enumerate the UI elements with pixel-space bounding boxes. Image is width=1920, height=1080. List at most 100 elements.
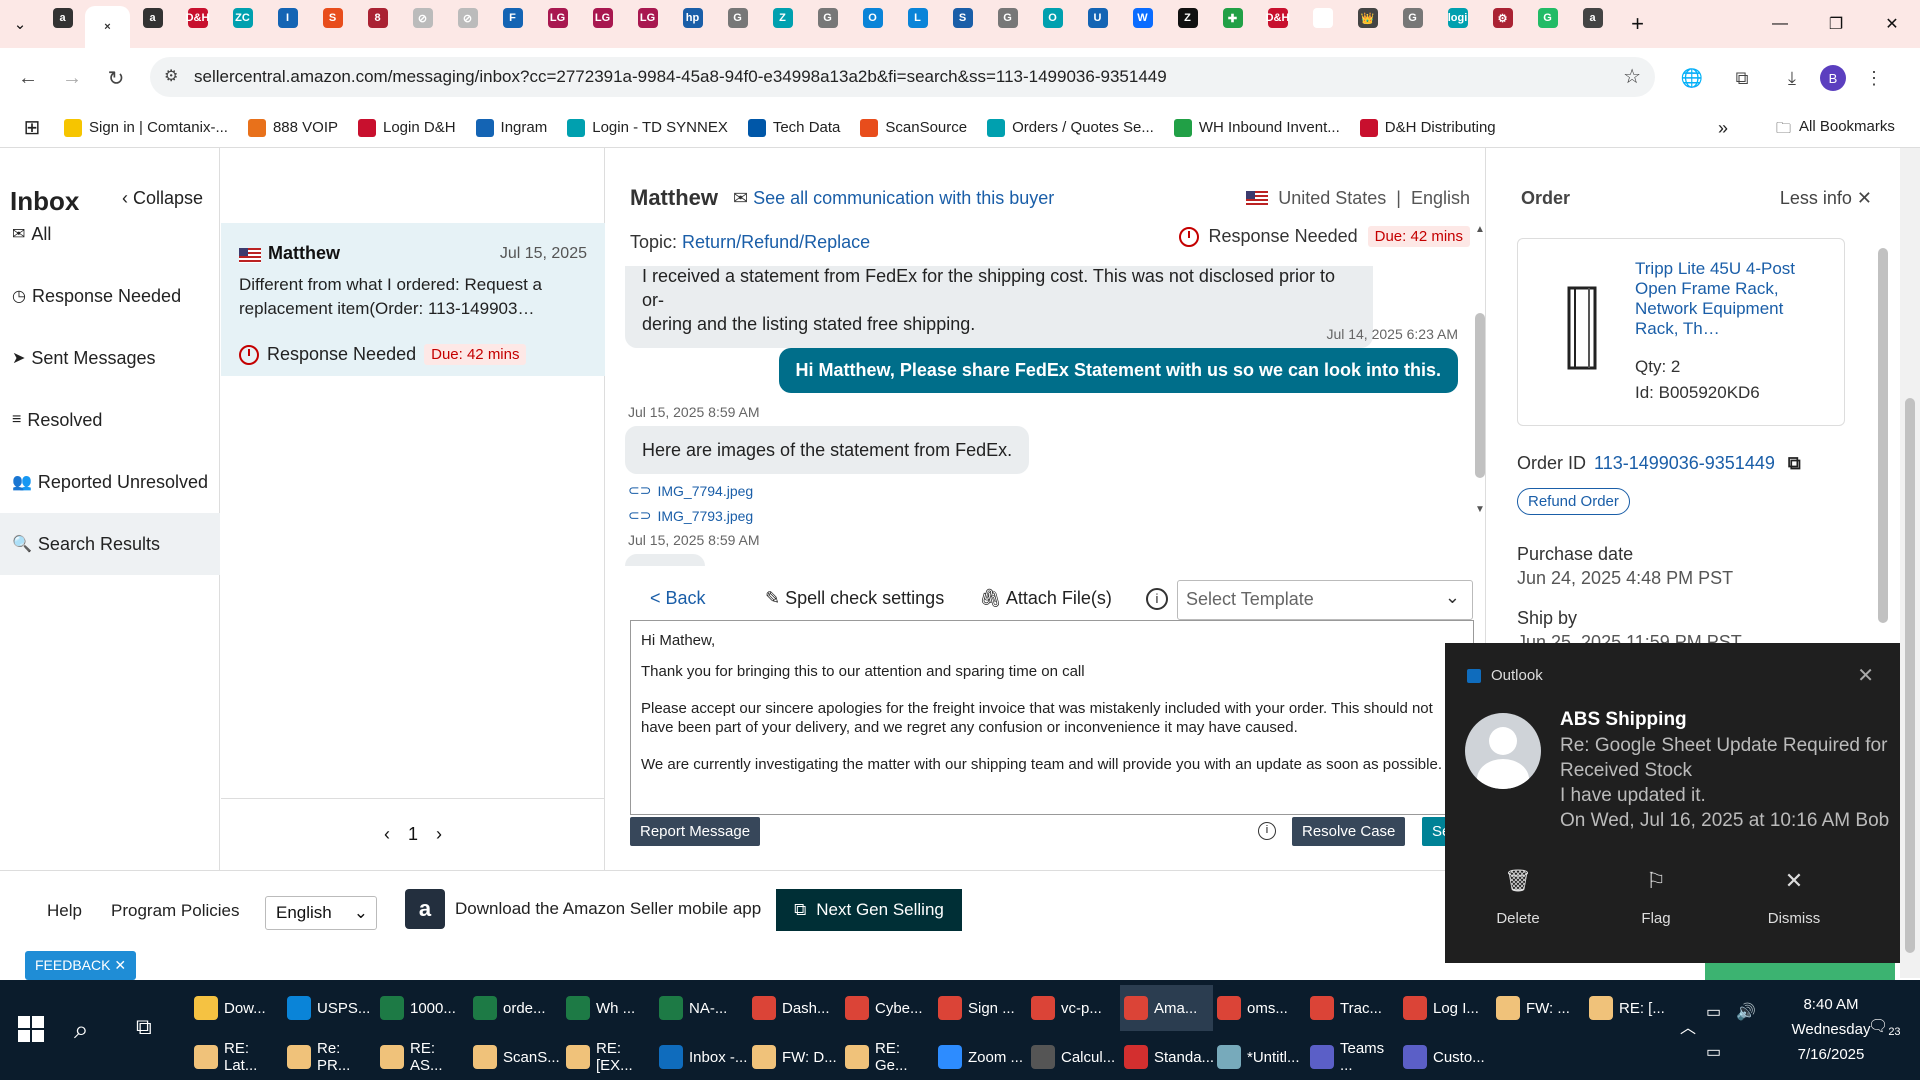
taskbar-item[interactable]: Sign ... <box>934 985 1027 1031</box>
tab-search-icon[interactable]: ⌄ <box>0 6 40 42</box>
browser-tab[interactable]: a <box>1570 0 1615 36</box>
taskbar-item[interactable]: RE: [... <box>1585 985 1678 1031</box>
delete-action[interactable]: 🗑 Delete <box>1463 868 1573 927</box>
taskbar-item[interactable]: Calcul... <box>1027 1034 1120 1080</box>
spell-check-button[interactable]: ✎ Spell check settings <box>765 570 944 626</box>
browser-tab[interactable]: W <box>1120 0 1165 36</box>
minimize-button[interactable]: — <box>1752 0 1808 48</box>
windows-start-icon[interactable] <box>18 1016 44 1042</box>
download-icon[interactable]: ⤓ <box>1770 56 1814 100</box>
taskbar-item[interactable]: Ama... <box>1120 985 1213 1031</box>
sidebar-item-sent-messages[interactable]: ➤ Sent Messages <box>0 327 220 389</box>
browser-tab[interactable]: G <box>1525 0 1570 36</box>
taskbar-item[interactable]: Wh ... <box>562 985 655 1031</box>
browser-tab[interactable]: ✚ <box>1210 0 1255 36</box>
extensions-icon[interactable]: ⧉ <box>1720 56 1764 100</box>
taskbar-item[interactable]: Re: PR... <box>283 1034 376 1080</box>
browser-tab[interactable]: logi <box>1435 0 1480 36</box>
taskbar-item[interactable]: RE: Ge... <box>841 1034 934 1080</box>
sidebar-item-resolved[interactable]: ≡ Resolved <box>0 389 220 451</box>
browser-tab[interactable]: 👑 <box>1345 0 1390 36</box>
report-message-button[interactable]: Report Message <box>630 817 761 846</box>
bookmark-item[interactable]: Ingram <box>475 118 547 137</box>
taskbar-item[interactable]: Standa... <box>1120 1034 1214 1080</box>
browser-tab[interactable]: D&H <box>1255 0 1300 36</box>
taskbar-item[interactable]: FW: ... <box>1492 985 1585 1031</box>
back-icon[interactable]: ← <box>6 58 50 98</box>
reload-icon[interactable]: ↻ <box>94 58 138 98</box>
browser-tab[interactable]: LG <box>580 0 625 36</box>
browser-tab[interactable]: ⊘ <box>445 0 490 36</box>
taskbar-item[interactable]: Dow... <box>190 985 283 1031</box>
browser-tab[interactable]: ✉ <box>1300 0 1345 36</box>
attach-files-button[interactable]: 🖇 Attach File(s) <box>979 570 1112 626</box>
profile-avatar[interactable]: B <box>1820 65 1846 91</box>
chevron-up-icon[interactable]: ︿ <box>1680 1014 1696 1038</box>
bookmark-item[interactable]: WH Inbound Invent... <box>1173 118 1340 137</box>
taskbar-item[interactable]: USPS... <box>283 985 376 1031</box>
taskbar-item[interactable]: FW: D... <box>748 1034 841 1080</box>
topic-link[interactable]: Return/Refund/Replace <box>682 232 870 252</box>
browser-tab[interactable]: Z <box>1165 0 1210 36</box>
program-policies-link[interactable]: Program Policies <box>111 901 240 921</box>
browser-tab[interactable]: LG <box>625 0 670 36</box>
network-icon[interactable]: ▭ <box>1706 1002 1721 1022</box>
taskbar-item[interactable]: Teams ... <box>1306 1034 1399 1080</box>
bookmark-star-icon[interactable]: ☆ <box>1623 64 1641 89</box>
taskbar-item[interactable]: RE: AS... <box>376 1034 469 1080</box>
taskbar-item[interactable]: orde... <box>469 985 562 1031</box>
site-info-icon[interactable]: ⚙ <box>164 66 178 86</box>
attachment-link[interactable]: ⊂⊃ IMG_7794.jpeg <box>628 482 753 499</box>
browser-tab[interactable]: S <box>940 0 985 36</box>
bookmark-item[interactable]: ScanSource <box>860 118 967 137</box>
url-bar[interactable]: ⚙ sellercentral.amazon.com/messaging/inb… <box>150 57 1655 97</box>
less-info-button[interactable]: Less info ✕ <box>1780 188 1872 209</box>
new-tab-button[interactable]: + <box>1615 6 1660 42</box>
browser-tab[interactable]: LG <box>535 0 580 36</box>
taskbar-item[interactable]: Inbox -... <box>655 1034 748 1080</box>
next-gen-selling-button[interactable]: ⧉ Next Gen Selling <box>776 889 962 931</box>
browser-tab[interactable]: Z <box>760 0 805 36</box>
browser-tab[interactable]: ⊘ <box>400 0 445 36</box>
taskbar-item[interactable]: ScanS... <box>469 1034 562 1080</box>
template-select[interactable]: Select Template ⌄ <box>1177 580 1473 620</box>
browser-tab[interactable]: S <box>310 0 355 36</box>
page-number[interactable]: 1 <box>408 824 418 845</box>
back-button[interactable]: < Back <box>650 570 706 626</box>
search-icon[interactable]: ⌕ <box>74 1014 89 1046</box>
browser-tab[interactable]: ⚙ <box>1480 0 1525 36</box>
taskbar-item[interactable]: Trac... <box>1306 985 1399 1031</box>
seller-app-link[interactable]: a Download the Amazon Seller mobile app <box>405 889 761 929</box>
taskbar-item[interactable]: 1000... <box>376 985 469 1031</box>
taskbar-item[interactable]: Custo... <box>1399 1034 1492 1080</box>
see-all-link[interactable]: ✉ See all communication with this buyer <box>733 188 1054 209</box>
browser-tab[interactable]: O <box>1030 0 1075 36</box>
browser-tab[interactable]: F <box>490 0 535 36</box>
order-scrollbar[interactable] <box>1878 243 1888 643</box>
taskbar-item[interactable]: Cybe... <box>841 985 934 1031</box>
taskbar-item[interactable]: Zoom ... <box>934 1034 1027 1080</box>
feedback-button[interactable]: FEEDBACK ✕ <box>25 951 137 980</box>
bookmark-item[interactable]: Orders / Quotes Se... <box>987 118 1154 137</box>
reply-textarea[interactable]: Hi Mathew, Thank you for bringing this t… <box>630 620 1474 815</box>
language-select[interactable]: English ⌄ <box>265 896 377 930</box>
bookmark-item[interactable]: D&H Distributing <box>1359 118 1496 137</box>
apps-icon[interactable]: ⊞ <box>0 115 64 140</box>
sidebar-item-response-needed[interactable]: ◷ Response Needed <box>0 265 220 327</box>
menu-icon[interactable]: ⋮ <box>1852 56 1896 100</box>
close-icon[interactable]: ✕ <box>1857 663 1874 688</box>
message-scrollbar[interactable]: ▲ ▼ <box>1475 224 1485 568</box>
taskbar-item[interactable]: oms... <box>1213 985 1306 1031</box>
translate-icon[interactable]: 🌐 <box>1670 56 1714 100</box>
info-icon[interactable]: i <box>1258 822 1276 840</box>
forward-icon[interactable]: → <box>50 58 94 98</box>
page-scrollbar[interactable] <box>1900 148 1920 978</box>
dismiss-action[interactable]: ✕ Dismiss <box>1739 868 1849 927</box>
volume-icon[interactable]: 🔊 <box>1736 1002 1756 1022</box>
info-icon[interactable]: i <box>1146 588 1168 610</box>
browser-tab[interactable]: L <box>895 0 940 36</box>
sidebar-item-reported-unresolved[interactable]: 👥 Reported Unresolved <box>0 451 220 513</box>
copy-icon[interactable]: ⧉ <box>1788 453 1801 473</box>
partial-green-button[interactable] <box>1705 961 1895 981</box>
browser-tab[interactable]: U <box>1075 0 1120 36</box>
